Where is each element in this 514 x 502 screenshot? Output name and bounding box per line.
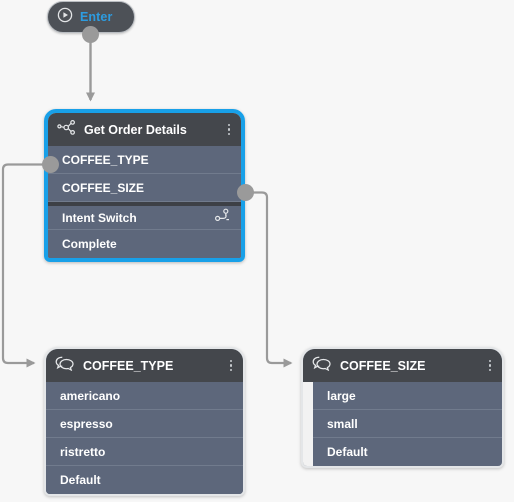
edge-coffee-size bbox=[246, 191, 293, 368]
row-complete[interactable]: Complete bbox=[48, 230, 241, 258]
row-label: ristretto bbox=[60, 444, 106, 459]
row-label: Intent Switch bbox=[62, 210, 137, 225]
row-default[interactable]: Default bbox=[46, 466, 243, 494]
node-get-order-details[interactable]: Get Order Details COFFEE_TYPE COFFEE_SIZ… bbox=[44, 109, 245, 262]
row-label: large bbox=[327, 388, 356, 403]
row-label: Complete bbox=[62, 237, 117, 251]
coffee-size-output-port[interactable] bbox=[237, 184, 254, 201]
row-label: espresso bbox=[60, 416, 113, 431]
row-espresso[interactable]: espresso bbox=[46, 410, 243, 438]
row-label: small bbox=[327, 416, 358, 431]
row-label: COFFEE_SIZE bbox=[62, 180, 145, 195]
enter-output-port[interactable] bbox=[82, 26, 99, 43]
edge-coffee-type bbox=[1, 163, 50, 368]
node-title: COFFEE_TYPE bbox=[83, 358, 174, 373]
row-label: americano bbox=[60, 388, 121, 403]
node-row-list: COFFEE_TYPE COFFEE_SIZE Intent Switch Co… bbox=[48, 146, 241, 258]
row-large[interactable]: large bbox=[313, 382, 502, 410]
speech-bubbles-icon bbox=[55, 355, 75, 376]
row-americano[interactable]: americano bbox=[46, 382, 243, 410]
node-header[interactable]: Get Order Details bbox=[48, 113, 241, 146]
row-coffee-type[interactable]: COFFEE_TYPE bbox=[48, 146, 241, 174]
speech-bubbles-icon bbox=[312, 355, 332, 376]
kebab-menu-icon[interactable] bbox=[483, 357, 497, 375]
row-ristretto[interactable]: ristretto bbox=[46, 438, 243, 466]
enter-node-label: Enter bbox=[80, 10, 113, 24]
kebab-menu-icon[interactable] bbox=[224, 357, 238, 375]
row-label: Default bbox=[327, 445, 368, 459]
row-default[interactable]: Default bbox=[313, 438, 502, 466]
node-header[interactable]: COFFEE_SIZE bbox=[303, 349, 502, 382]
play-circle-icon bbox=[57, 7, 73, 28]
row-label: COFFEE_TYPE bbox=[62, 152, 149, 167]
row-intent-switch[interactable]: Intent Switch bbox=[48, 202, 241, 230]
row-coffee-size[interactable]: COFFEE_SIZE bbox=[48, 174, 241, 202]
node-coffee-type[interactable]: COFFEE_TYPE americano espresso ristretto… bbox=[44, 347, 245, 496]
kebab-menu-icon[interactable] bbox=[222, 121, 236, 139]
node-row-list: large small Default bbox=[303, 382, 502, 466]
flow-canvas[interactable]: Enter Get Order Details COFFEE_TYPE COFF… bbox=[0, 0, 514, 502]
node-coffee-size[interactable]: COFFEE_SIZE large small Default bbox=[301, 347, 504, 468]
node-title: COFFEE_SIZE bbox=[340, 358, 426, 373]
row-label: Default bbox=[60, 473, 101, 487]
node-row-list: americano espresso ristretto Default bbox=[46, 382, 243, 494]
node-graph-icon bbox=[57, 119, 76, 141]
coffee-type-output-port[interactable] bbox=[42, 156, 59, 173]
branch-icon bbox=[214, 208, 231, 227]
node-header[interactable]: COFFEE_TYPE bbox=[46, 349, 243, 382]
node-title: Get Order Details bbox=[84, 122, 187, 137]
row-small[interactable]: small bbox=[313, 410, 502, 438]
